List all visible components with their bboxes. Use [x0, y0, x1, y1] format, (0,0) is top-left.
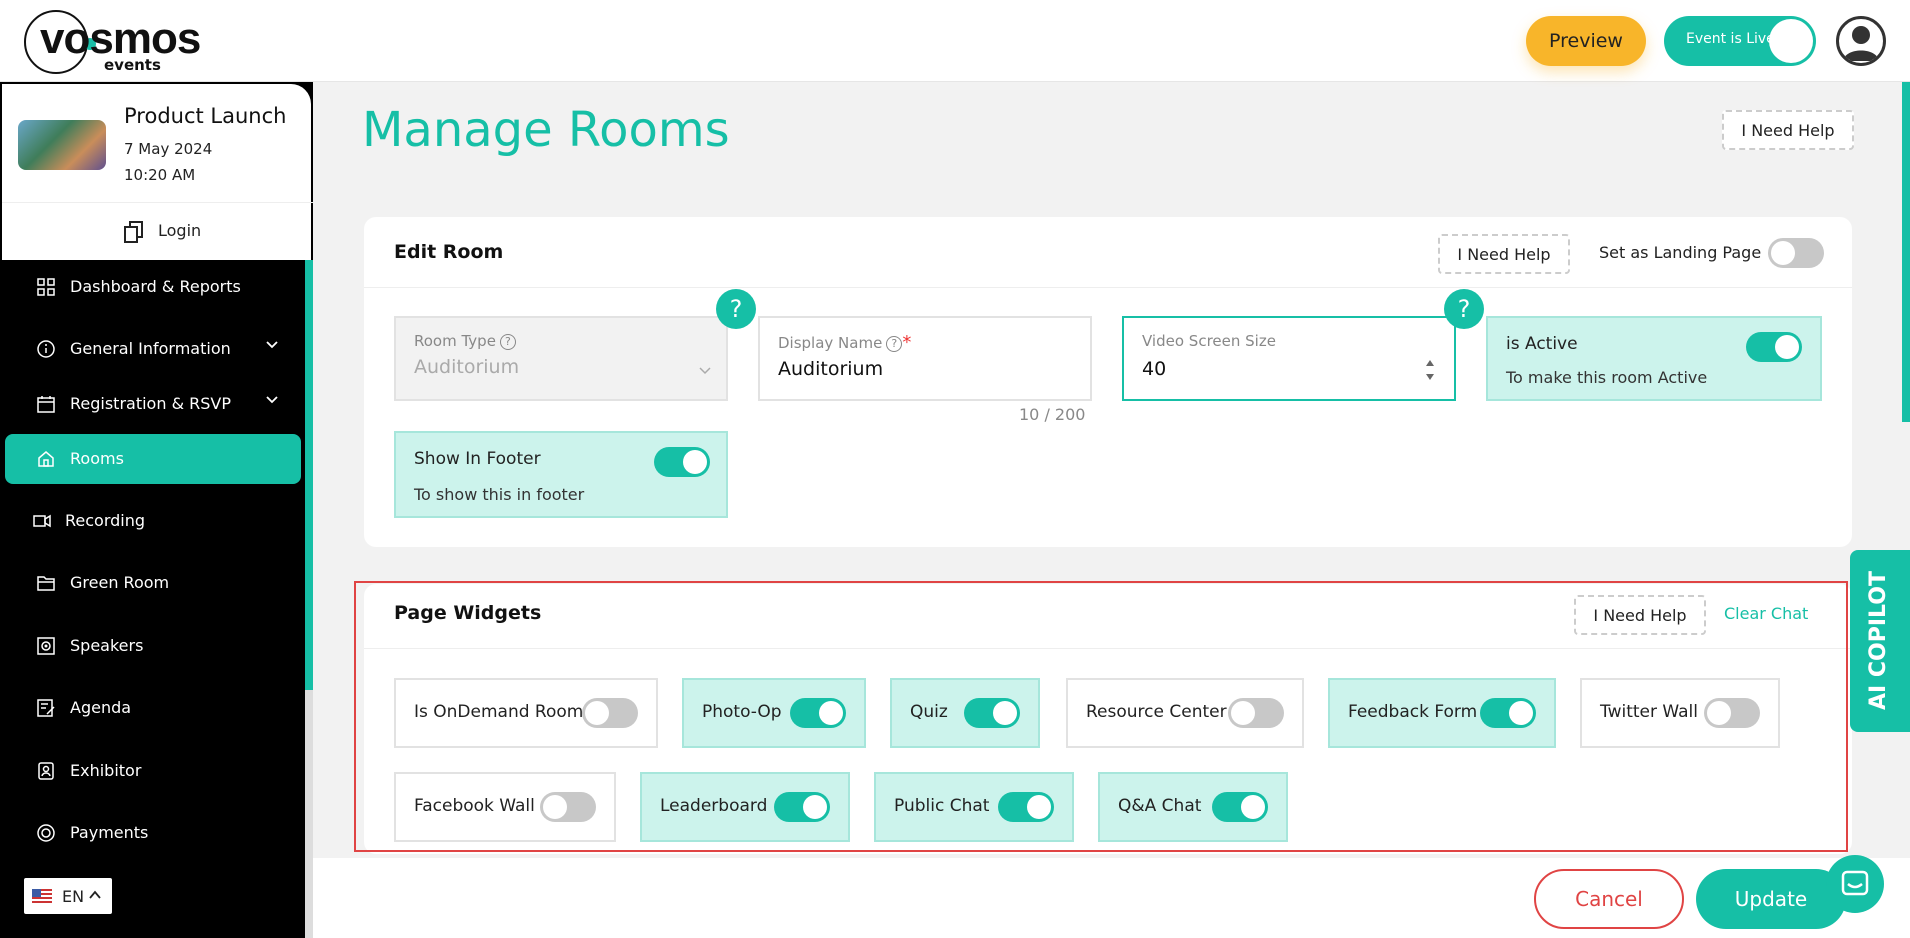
user-avatar[interactable]: [1836, 16, 1886, 66]
edit-room-title: Edit Room: [394, 241, 504, 263]
event-thumbnail: [18, 120, 106, 170]
sidebar-item-label: Recording: [65, 511, 146, 530]
chat-icon: [1841, 870, 1869, 896]
top-bar: vosmos events Preview Event is Live: [0, 0, 1910, 82]
sidebar-item-rooms[interactable]: Rooms: [5, 434, 301, 484]
page-title: Manage Rooms: [362, 102, 730, 158]
sidebar-item-dashboard[interactable]: Dashboard & Reports: [5, 262, 301, 312]
is-active-toggle[interactable]: [1746, 332, 1802, 362]
sidebar-item-label: Rooms: [70, 449, 124, 468]
stepper-icon[interactable]: [1424, 358, 1436, 382]
sidebar-item-label: Payments: [70, 823, 149, 842]
sidebar-item-agenda[interactable]: Agenda: [5, 683, 301, 733]
sidebar-item-payments[interactable]: Payments: [5, 808, 301, 858]
event-date: 7 May 2024: [124, 140, 213, 158]
vosmos-logo[interactable]: vosmos events: [24, 8, 224, 76]
sidebar-item-label: Speakers: [70, 636, 144, 655]
sidebar-item-label: Exhibitor: [70, 761, 142, 780]
required-icon: *: [902, 332, 912, 353]
speaker-icon: [37, 637, 55, 655]
is-active-desc: To make this room Active: [1506, 368, 1708, 387]
is-active-label: is Active: [1506, 334, 1578, 354]
folder-icon: [37, 576, 55, 591]
event-title: Product Launch: [124, 104, 287, 128]
chevron-down-icon: [266, 396, 278, 404]
chevron-down-icon: [699, 367, 711, 375]
landing-page-toggle[interactable]: [1768, 238, 1824, 268]
sidebar-scrollbar[interactable]: [305, 260, 313, 690]
badge-icon: [38, 762, 54, 780]
video-size-help-icon[interactable]: ?: [1444, 289, 1484, 329]
room-type-label: Room Type?: [414, 332, 516, 350]
display-name-input[interactable]: Display Name? * Auditorium: [758, 316, 1092, 401]
payment-icon: [37, 824, 55, 842]
sidebar-item-exhibitor[interactable]: Exhibitor: [5, 746, 301, 796]
login-label: Login: [158, 221, 202, 240]
video-size-label: Video Screen Size: [1142, 332, 1276, 350]
calendar-icon: [37, 396, 55, 413]
question-icon: ?: [499, 333, 516, 350]
chevron-up-icon: [89, 890, 101, 899]
room-type-select[interactable]: Room Type? Auditorium: [394, 316, 728, 401]
landing-page-label: Set as Landing Page: [1599, 243, 1762, 262]
video-icon: [33, 514, 51, 528]
chat-widget-button[interactable]: [1826, 855, 1884, 913]
show-in-footer-toggle[interactable]: [654, 447, 710, 477]
video-size-value: 40: [1142, 358, 1167, 380]
language-selector[interactable]: EN: [24, 878, 112, 914]
grid-icon: [37, 278, 55, 296]
event-live-label: Event is Live: [1686, 31, 1775, 47]
video-screen-size-input[interactable]: Video Screen Size 40: [1122, 316, 1456, 401]
show-in-footer-desc: To show this in footer: [414, 485, 585, 504]
copy-icon: [124, 221, 143, 243]
toggle-knob: [683, 450, 707, 474]
login-link[interactable]: Login: [2, 202, 313, 260]
home-icon: [38, 451, 54, 467]
divider: [364, 287, 1852, 288]
edit-icon: [37, 699, 55, 717]
sidebar-item-recording[interactable]: Recording: [5, 496, 301, 546]
display-name-value: Auditorium: [778, 358, 884, 380]
preview-button[interactable]: Preview: [1526, 16, 1646, 66]
sidebar-item-general-information[interactable]: General Information: [5, 324, 301, 374]
toggle-knob: [1769, 19, 1813, 63]
main-scrollbar[interactable]: [1902, 82, 1910, 422]
display-name-label: Display Name? *: [778, 332, 912, 353]
ai-copilot-label: AI COPILOT: [1866, 571, 1891, 710]
highlight-frame: [354, 581, 1848, 852]
cancel-button[interactable]: Cancel: [1534, 869, 1684, 929]
show-in-footer-label: Show In Footer: [414, 449, 541, 469]
is-active-tile: is Active To make this room Active: [1486, 316, 1822, 401]
show-in-footer-tile: Show In Footer To show this in footer: [394, 431, 728, 518]
user-icon: [1843, 26, 1879, 61]
language-code: EN: [62, 887, 85, 906]
info-icon: [37, 340, 55, 358]
room-type-help-icon[interactable]: ?: [716, 289, 756, 329]
sidebar-item-label: General Information: [70, 339, 231, 358]
question-icon: ?: [886, 335, 903, 352]
char-counter: 10 / 200: [1019, 405, 1086, 424]
room-type-value: Auditorium: [414, 356, 520, 378]
sidebar-item-green-room[interactable]: Green Room: [5, 558, 301, 608]
edit-room-card: Edit Room I Need Help Set as Landing Pag…: [364, 217, 1852, 547]
page-help-button[interactable]: I Need Help: [1722, 110, 1854, 150]
toggle-knob: [1775, 335, 1799, 359]
sidebar-item-label: Registration & RSVP: [70, 394, 231, 413]
ai-copilot-tab[interactable]: AI COPILOT: [1850, 550, 1910, 732]
sidebar: Product Launch 7 May 2024 10:20 AM Login…: [0, 82, 313, 938]
event-time: 10:20 AM: [124, 166, 196, 184]
update-button[interactable]: Update: [1696, 869, 1846, 929]
toggle-knob: [1771, 241, 1795, 265]
sidebar-item-registration[interactable]: Registration & RSVP: [5, 379, 301, 429]
sidebar-item-speakers[interactable]: Speakers: [5, 621, 301, 671]
event-live-toggle[interactable]: Event is Live: [1664, 16, 1816, 66]
logo-subtitle: events: [104, 56, 161, 74]
sidebar-item-label: Dashboard & Reports: [70, 277, 241, 296]
chevron-down-icon: [266, 341, 278, 349]
sidebar-item-label: Agenda: [70, 698, 132, 717]
us-flag-icon: [32, 889, 52, 903]
edit-room-help-button[interactable]: I Need Help: [1438, 234, 1570, 274]
event-card: Product Launch 7 May 2024 10:20 AM Login: [0, 82, 313, 260]
sidebar-item-label: Green Room: [70, 573, 170, 592]
